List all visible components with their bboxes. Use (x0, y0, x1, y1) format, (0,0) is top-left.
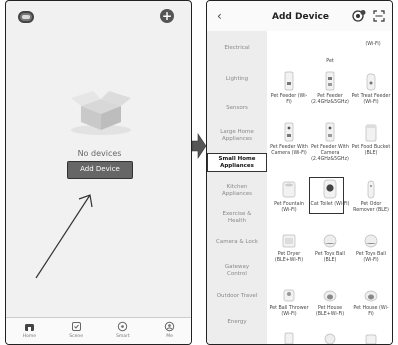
device-item[interactable]: Pet Feeder (Wi-Fi) (269, 71, 309, 106)
device-item-partial[interactable] (269, 332, 309, 344)
device-item[interactable]: Pet House (Wi-Fi) (351, 287, 391, 318)
device-item[interactable]: Pet Feeder With Camera (Wi-Fi) (269, 122, 309, 157)
category-item-energy[interactable]: Energy (207, 319, 267, 326)
nav-scene[interactable]: Scene (61, 318, 91, 339)
category-item-gateway-control[interactable]: Gateway Control (207, 264, 267, 277)
add-device-header: ‹ Add Device (207, 1, 392, 31)
pet-feeder-icon (325, 71, 335, 91)
scan-qr-icon[interactable] (373, 10, 385, 22)
ball-thrower-icon (283, 289, 295, 302)
device-item[interactable]: Pet Feeder (2.4GHz&5GHz) (310, 71, 350, 106)
device-label: Pet Feeder With Camera (2.4GHz&5GHz) (311, 145, 349, 162)
device-item[interactable]: Pet Toys Ball (BLE) (310, 233, 350, 264)
device-label: Pet Toys Ball (Wi-Fi) (356, 252, 386, 263)
pet-house-icon (323, 290, 337, 302)
transition-arrow-icon (192, 133, 206, 159)
smart-icon (118, 321, 128, 332)
category-item-kitchen-appliances[interactable]: Kitchen Appliances (207, 184, 267, 197)
category-item-outdoor-travel[interactable]: Outdoor Travel (207, 293, 267, 300)
section-label-text: Pet (326, 59, 334, 64)
me-icon (164, 321, 175, 332)
device-item-partial[interactable] (351, 332, 391, 344)
device-label: Pet Fountain (Wi-Fi) (274, 202, 304, 213)
device-label: Pet Ball Thrower (Wi-Fi) (269, 306, 309, 317)
device-label: Pet Treat Feeder (Wi-Fi) (351, 94, 391, 105)
device-label: Pet House (Wi-Fi) (353, 306, 389, 317)
camera-feeder-icon (325, 122, 335, 142)
top-partial-label: (Wi-Fi) (353, 39, 392, 48)
device-item[interactable]: Pet House (BLE+Wi-Fi) (310, 287, 350, 318)
device-partial-icon (284, 332, 294, 344)
category-item-exercise-health[interactable]: Exercise & Health (207, 211, 267, 224)
right-phone-screen: ‹ Add Device Electrical Lighting Sensors… (206, 0, 393, 345)
device-label: Pet House (BLE+Wi-Fi) (315, 306, 345, 317)
category-item-large-home-appliances[interactable]: Large Home Appliances (207, 129, 267, 142)
device-label: Pet Odor Remover (BLE) (353, 202, 389, 213)
device-item[interactable]: Pet Food Bucket (BLE) (351, 122, 391, 157)
device-item[interactable]: Pet Ball Thrower (Wi-Fi) (269, 287, 309, 318)
category-item-electrical[interactable]: Electrical (207, 45, 267, 52)
camera-feeder-icon (284, 122, 294, 142)
pet-dryer-icon (282, 234, 296, 248)
nav-home-label: Home (22, 334, 37, 339)
device-item[interactable]: Pet Odor Remover (BLE) (351, 179, 391, 214)
device-label: Pet Feeder (2.4GHz&5GHz) (311, 94, 349, 105)
device-label: Pet Toys Ball (BLE) (315, 252, 345, 263)
scene-icon (71, 322, 81, 331)
food-bucket-icon (365, 124, 377, 142)
section-label: Pet (310, 56, 350, 65)
auto-scan-icon[interactable] (352, 10, 366, 22)
device-partial-icon (324, 333, 336, 344)
pointer-arrow-icon (35, 194, 93, 279)
left-phone-screen: + No devices Add Device Home Scene Smart… (5, 0, 192, 345)
nav-me[interactable]: Me (155, 318, 185, 339)
device-label: Pet Feeder (Wi-Fi) (270, 94, 308, 105)
pet-house-icon (364, 290, 378, 302)
nav-me-label: Me (166, 334, 173, 339)
device-label: Pet Food Bucket (BLE) (351, 145, 391, 156)
device-label: Pet Dryer (BLE+Wi-Fi) (274, 252, 304, 263)
toy-ball-icon (323, 234, 337, 248)
toy-ball-icon (364, 234, 378, 248)
device-grid: (Wi-Fi) Pet Pet Feeder (Wi-Fi) Pet Feede… (267, 31, 392, 344)
fountain-icon (282, 181, 296, 198)
home-icon (24, 324, 34, 331)
device-partial-icon (365, 334, 377, 344)
bottom-navigation: Home Scene Smart Me (6, 317, 191, 344)
odor-remover-icon (367, 180, 375, 199)
nav-smart-label: Smart (116, 334, 130, 339)
device-item[interactable]: Pet Dryer (BLE+Wi-Fi) (269, 233, 309, 264)
top-partial-label-text: (Wi-Fi) (365, 42, 381, 47)
category-item-sensors[interactable]: Sensors (207, 105, 267, 112)
selected-device-highlight (309, 177, 344, 214)
category-sidebar: Electrical Lighting Sensors Large Home A… (207, 31, 267, 344)
pet-feeder-icon (284, 71, 294, 91)
nav-scene-label: Scene (69, 334, 83, 339)
category-item-small-home-appliances[interactable]: Small Home Appliances (207, 153, 267, 172)
category-item-lighting[interactable]: Lighting (207, 76, 267, 83)
treat-feeder-icon (366, 73, 376, 91)
device-item[interactable]: Pet Fountain (Wi-Fi) (269, 179, 309, 214)
nav-smart[interactable]: Smart (108, 318, 138, 339)
nav-home[interactable]: Home (14, 318, 44, 339)
device-item[interactable]: Pet Toys Ball (Wi-Fi) (351, 233, 391, 264)
device-item-partial[interactable] (310, 332, 350, 344)
device-item[interactable]: Pet Treat Feeder (Wi-Fi) (351, 71, 391, 106)
device-item[interactable]: Pet Feeder With Camera (2.4GHz&5GHz) (310, 122, 350, 162)
category-item-camera-lock[interactable]: Camera & Lock (207, 239, 267, 246)
device-label: Pet Feeder With Camera (Wi-Fi) (270, 145, 308, 156)
